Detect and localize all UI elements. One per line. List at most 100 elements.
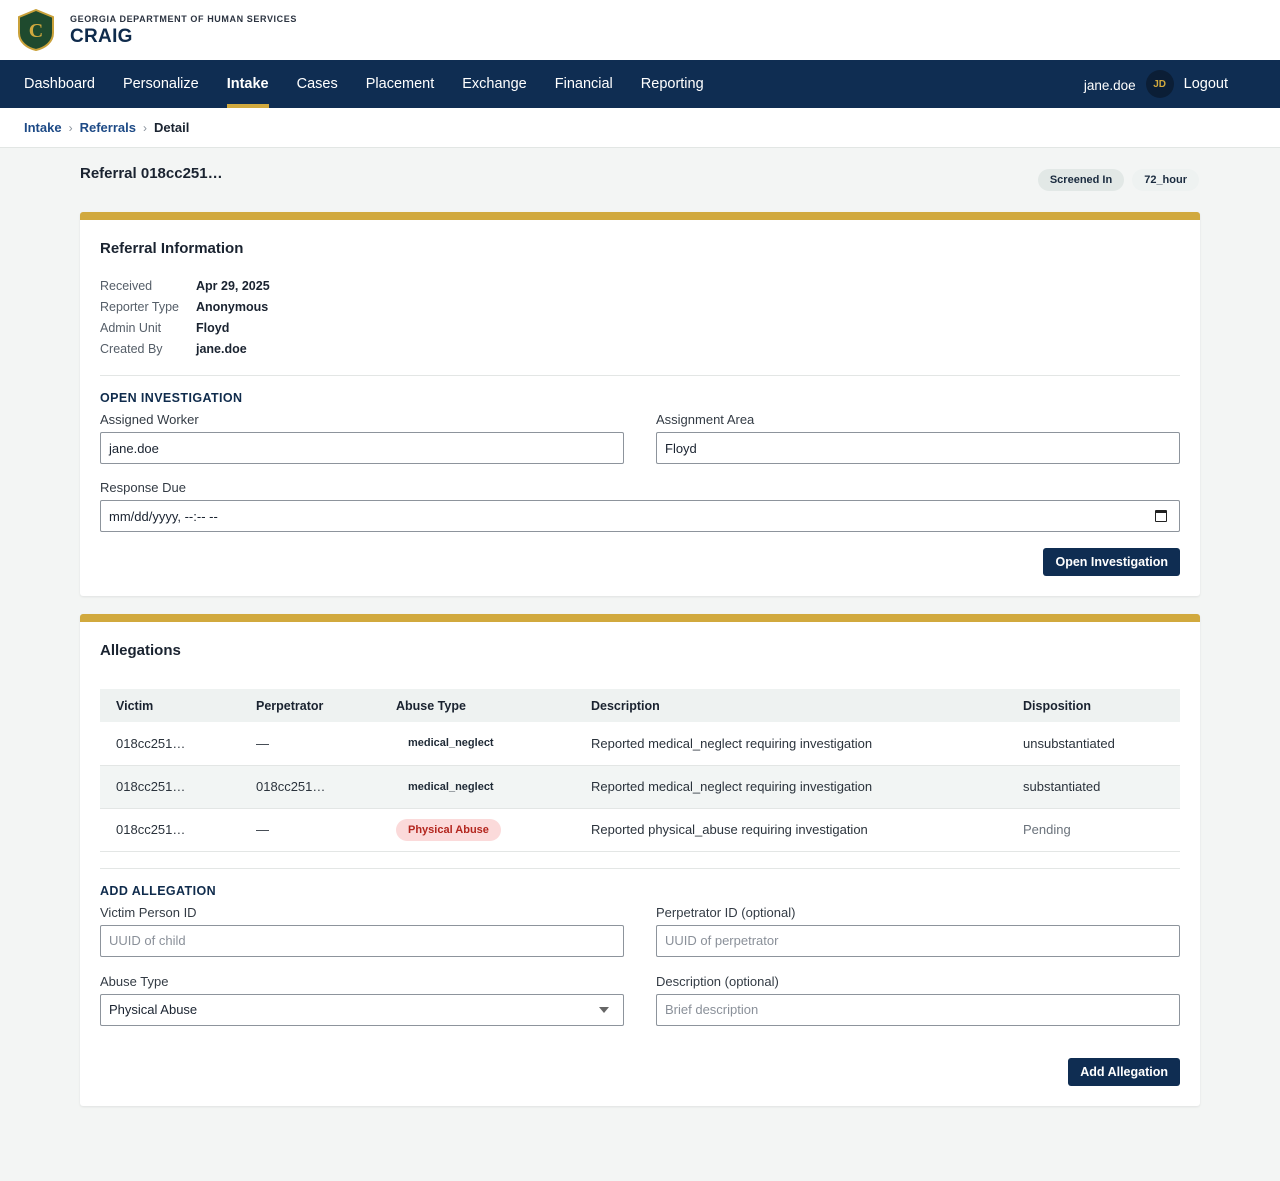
add-allegation-heading: ADD ALLEGATION <box>100 883 217 898</box>
cell-victim: 018cc251… <box>100 765 240 809</box>
breadcrumb-referrals[interactable]: Referrals <box>80 120 136 135</box>
abuse-type-selected: Physical Abuse <box>109 1002 198 1017</box>
page-title: Referral 018cc251… <box>80 164 223 182</box>
info-label: Received <box>100 278 153 293</box>
perpetrator-id-input[interactable]: UUID of perpetrator <box>656 924 1180 957</box>
divider <box>100 375 1180 376</box>
divider <box>100 867 1180 869</box>
column-header-disposition: Disposition <box>1007 689 1180 722</box>
nav-dashboard[interactable]: Dashboard <box>10 60 109 108</box>
info-value: Anonymous <box>196 299 269 314</box>
referral-info-list: Received Apr 29, 2025 Reporter Type Anon… <box>100 275 1180 359</box>
abuse-type-select[interactable]: Physical Abuse <box>100 993 624 1026</box>
nav-financial[interactable]: Financial <box>541 60 627 108</box>
description-group: Description (optional) Brief description <box>656 967 1180 1026</box>
logout-link[interactable]: Logout <box>1184 76 1228 92</box>
org-name: GEORGIA DEPARTMENT OF HUMAN SERVICES <box>70 14 297 24</box>
victim-id-input[interactable]: UUID of child <box>100 924 624 957</box>
current-user: jane.doe <box>1083 77 1136 93</box>
breadcrumb-separator-icon: › <box>68 120 73 135</box>
status-badge-screening: Screened In <box>1037 169 1125 191</box>
status-badges: Screened In 72_hour <box>1037 169 1199 191</box>
column-header-victim: Victim <box>100 689 240 722</box>
nav-intake[interactable]: Intake <box>213 60 283 108</box>
referral-info-card: Referral Information Received Apr 29, 20… <box>80 212 1200 596</box>
user-menu: jane.doe JD Logout <box>1084 60 1228 108</box>
page-content: Referral 018cc251… Screened In 72_hour R… <box>80 148 1200 1106</box>
nav-exchange[interactable]: Exchange <box>448 60 541 108</box>
abuse-type-badge: medical_neglect <box>408 737 494 750</box>
table-header-row: Victim Perpetrator Abuse Type Descriptio… <box>100 689 1180 722</box>
main-nav: Dashboard Personalize Intake Cases Place… <box>0 60 1280 108</box>
assignment-area-input[interactable]: Floyd <box>656 432 1180 464</box>
nav-personalize[interactable]: Personalize <box>109 60 213 108</box>
app-name: CRAIG <box>70 26 133 47</box>
info-label: Created By <box>100 341 163 356</box>
allegations-title: Allegations <box>100 642 181 659</box>
assignment-area-group: Assignment Area Floyd <box>656 405 1180 464</box>
allegations-table: Victim Perpetrator Abuse Type Descriptio… <box>100 689 1180 852</box>
cell-perpetrator: 018cc251… <box>240 765 380 809</box>
cell-perpetrator: — <box>240 808 380 852</box>
column-header-abuse-type: Abuse Type <box>380 689 575 722</box>
cell-description: Reported medical_neglect requiring inves… <box>575 765 1007 809</box>
info-value: jane.doe <box>196 341 247 356</box>
assigned-worker-input[interactable]: jane.doe <box>100 432 624 464</box>
add-allegation-row-2: Abuse Type Physical Abuse Description (o… <box>100 967 1180 1026</box>
open-investigation-button[interactable]: Open Investigation <box>1043 548 1180 576</box>
cell-abuse-type: medical_neglect <box>380 722 575 766</box>
status-badge-response: 72_hour <box>1132 169 1199 191</box>
nav-reporting[interactable]: Reporting <box>627 60 718 108</box>
cell-abuse-type: medical_neglect <box>380 765 575 809</box>
response-due-label: Response Due <box>100 480 186 495</box>
breadcrumb-intake[interactable]: Intake <box>24 120 62 135</box>
cell-perpetrator: — <box>240 722 380 766</box>
allegations-card: Allegations Victim Perpetrator Abuse Typ… <box>80 614 1200 1106</box>
info-row-admin-unit: Admin Unit Floyd <box>100 317 1180 338</box>
breadcrumb-current: Detail <box>153 120 190 135</box>
info-row-reporter-type: Reporter Type Anonymous <box>100 296 1180 317</box>
column-header-perpetrator: Perpetrator <box>240 689 380 722</box>
open-investigation-heading: OPEN INVESTIGATION <box>100 391 243 405</box>
department-seal-icon: C <box>17 9 55 51</box>
calendar-icon[interactable] <box>1155 510 1167 522</box>
victim-id-label: Victim Person ID <box>100 904 197 920</box>
nav-cases[interactable]: Cases <box>283 60 352 108</box>
cell-victim: 018cc251… <box>100 722 240 766</box>
info-row-received: Received Apr 29, 2025 <box>100 275 1180 296</box>
avatar[interactable]: JD <box>1145 70 1174 98</box>
app-header: C GEORGIA DEPARTMENT OF HUMAN SERVICES C… <box>0 0 1280 60</box>
info-label: Admin Unit <box>100 320 162 335</box>
open-investigation-row: Assigned Worker jane.doe Assignment Area… <box>100 405 1180 464</box>
response-due-placeholder: mm/dd/yyyy, --:-- -- <box>109 508 218 524</box>
perpetrator-id-label: Perpetrator ID (optional) <box>656 904 796 920</box>
abuse-type-group: Abuse Type Physical Abuse <box>100 967 624 1026</box>
assignment-area-label: Assignment Area <box>656 412 755 427</box>
add-allegation-button[interactable]: Add Allegation <box>1068 1057 1180 1086</box>
referral-info-title: Referral Information <box>100 240 244 257</box>
table-row[interactable]: 018cc251… — medical_neglect Reported med… <box>100 722 1180 766</box>
page-header: Referral 018cc251… Screened In 72_hour <box>80 148 1200 212</box>
cell-abuse-type: Physical Abuse <box>380 808 575 852</box>
seal-letter: C <box>29 20 43 42</box>
victim-id-group: Victim Person ID UUID of child <box>100 898 624 957</box>
abuse-type-badge: medical_neglect <box>408 780 494 793</box>
assigned-worker-label: Assigned Worker <box>100 412 199 427</box>
app-brand: GEORGIA DEPARTMENT OF HUMAN SERVICES CRA… <box>70 12 297 48</box>
description-label: Description (optional) <box>656 973 779 989</box>
nav-placement[interactable]: Placement <box>352 60 449 108</box>
abuse-type-badge: Physical Abuse <box>396 818 501 841</box>
response-due-input[interactable]: mm/dd/yyyy, --:-- -- <box>100 500 1180 532</box>
description-input[interactable]: Brief description <box>656 993 1180 1026</box>
table-row[interactable]: 018cc251… 018cc251… medical_neglect Repo… <box>100 765 1180 809</box>
table-row[interactable]: 018cc251… — Physical Abuse Reported phys… <box>100 808 1180 852</box>
add-allegation-row-1: Victim Person ID UUID of child Perpetrat… <box>100 898 1180 957</box>
info-row-created-by: Created By jane.doe <box>100 338 1180 359</box>
cell-disposition: unsubstantiated <box>1007 722 1180 766</box>
cell-victim: 018cc251… <box>100 808 240 852</box>
chevron-down-icon <box>599 1006 609 1013</box>
cell-description: Reported physical_abuse requiring invest… <box>575 808 1007 852</box>
breadcrumb: Intake › Referrals › Detail <box>0 108 1280 148</box>
cell-disposition: substantiated <box>1007 765 1180 809</box>
info-label: Reporter Type <box>100 299 179 314</box>
